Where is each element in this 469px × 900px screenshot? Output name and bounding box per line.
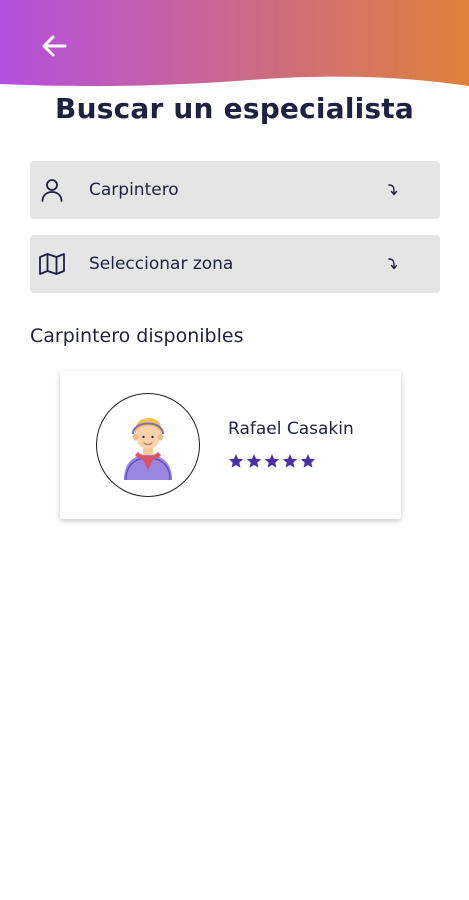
star-icon <box>300 454 316 468</box>
star-icon <box>246 454 262 468</box>
arrow-left-icon <box>42 35 67 57</box>
specialist-name: Rafael Casakin <box>228 419 354 439</box>
especialidad-select[interactable]: Carpintero <box>30 161 440 219</box>
especialidad-value: Carpintero <box>89 180 179 200</box>
avatar <box>96 393 200 497</box>
dropdown-arrow-icon <box>386 183 400 197</box>
star-icon <box>228 454 244 468</box>
star-icon <box>264 454 280 468</box>
page-title: Buscar un especialista <box>55 92 414 125</box>
screen: Buscar un especialista Carpintero Selecc… <box>0 0 469 900</box>
header <box>0 0 469 92</box>
dropdown-arrow-icon <box>386 257 400 271</box>
specialist-card[interactable]: Rafael Casakin <box>60 371 401 519</box>
worker-avatar-icon <box>124 418 172 480</box>
back-button[interactable] <box>34 26 74 66</box>
person-icon <box>38 176 66 204</box>
zona-value: Seleccionar zona <box>89 254 234 274</box>
zona-select[interactable]: Seleccionar zona <box>30 235 440 293</box>
section-title: Carpintero disponibles <box>30 325 244 347</box>
star-icon <box>282 454 298 468</box>
rating-stars <box>228 453 316 469</box>
map-icon <box>38 250 66 278</box>
